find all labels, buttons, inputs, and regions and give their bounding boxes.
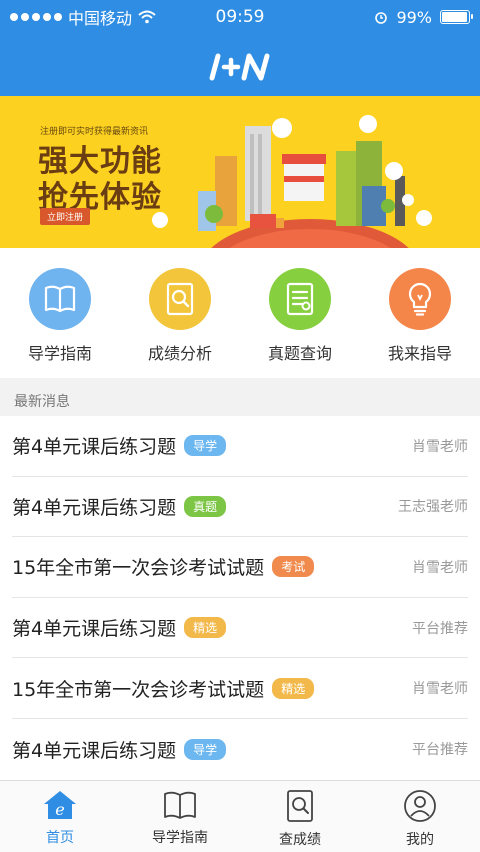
document-list-icon <box>269 268 331 330</box>
news-left: 第4单元课后练习题 真题 <box>12 493 227 520</box>
quick-nav-mentor[interactable]: 我来指导 <box>360 248 480 378</box>
svg-text:e: e <box>55 800 64 819</box>
news-source: 平台推荐 <box>412 742 468 759</box>
news-tag: 导学 <box>184 738 227 760</box>
news-title: 第4单元课后练习题 <box>12 618 177 641</box>
quick-nav: 导学指南 成绩分析 真题查询 我来指导 <box>0 248 480 378</box>
news-tag: 考试 <box>272 556 315 578</box>
app-logo <box>0 52 480 86</box>
status-left: 中国移动 <box>10 5 156 29</box>
book-icon <box>29 268 91 330</box>
quick-nav-label: 真题查询 <box>267 344 332 363</box>
news-source: 肖雪老师 <box>412 559 468 576</box>
status-bar: 中国移动 09:59 99% <box>0 0 480 34</box>
city-illustration <box>152 115 432 248</box>
status-right: 99% <box>374 7 473 27</box>
home-icon: e <box>44 791 76 819</box>
news-left: 15年全市第一次会诊考试试题 考试 <box>12 553 315 580</box>
news-item[interactable]: 15年全市第一次会诊考试试题 精选 肖雪老师 <box>12 658 468 719</box>
battery-icon <box>440 10 473 24</box>
wifi-icon <box>138 10 156 24</box>
quick-nav-label: 我来指导 <box>387 344 452 363</box>
news-item[interactable]: 第4单元课后练习题 导学 肖雪老师 <box>12 416 468 477</box>
search-doc-icon <box>287 790 313 822</box>
tab-profile[interactable]: 我的 <box>360 781 480 852</box>
news-list: 第4单元课后练习题 导学 肖雪老师 第4单元课后练习题 真题 王志强老师 15年… <box>0 416 480 780</box>
bottom-tab-bar: e 首页 导学指南 查成绩 我的 <box>0 780 480 852</box>
news-tag: 导学 <box>184 435 227 457</box>
news-source: 平台推荐 <box>412 620 468 637</box>
news-source: 肖雪老师 <box>412 681 468 698</box>
quick-nav-exams[interactable]: 真题查询 <box>240 248 360 378</box>
carrier-label: 中国移动 <box>68 9 133 28</box>
news-left: 第4单元课后练习题 导学 <box>12 736 227 763</box>
signal-icon <box>10 13 62 21</box>
quick-nav-label: 成绩分析 <box>147 344 212 363</box>
quick-nav-label: 导学指南 <box>27 344 92 363</box>
battery-percent: 99% <box>396 7 432 27</box>
tab-guide[interactable]: 导学指南 <box>120 781 240 852</box>
news-item[interactable]: 第4单元课后练习题 精选 平台推荐 <box>12 598 468 659</box>
news-section-title: 最新消息 <box>14 394 70 410</box>
magnifier-doc-icon <box>149 268 211 330</box>
user-icon <box>404 790 436 822</box>
app-header: 中国移动 09:59 99% <box>0 0 480 96</box>
news-item[interactable]: 第4单元课后练习题 导学 平台推荐 <box>12 719 468 780</box>
news-title: 第4单元课后练习题 <box>12 496 177 519</box>
tab-label: 查成绩 <box>279 832 321 848</box>
news-title: 第4单元课后练习题 <box>12 436 177 459</box>
tab-label: 导学指南 <box>152 830 208 846</box>
news-title: 15年全市第一次会诊考试试题 <box>12 678 265 701</box>
news-item[interactable]: 第4单元课后练习题 真题 王志强老师 <box>12 477 468 538</box>
tab-label: 我的 <box>406 832 434 848</box>
tab-home[interactable]: e 首页 <box>0 781 120 852</box>
news-title: 第4单元课后练习题 <box>12 739 177 762</box>
news-title: 15年全市第一次会诊考试试题 <box>12 557 265 580</box>
book-icon <box>164 791 196 819</box>
tab-scores[interactable]: 查成绩 <box>240 781 360 852</box>
news-left: 第4单元课后练习题 导学 <box>12 432 227 459</box>
news-left: 15年全市第一次会诊考试试题 精选 <box>12 675 315 702</box>
news-tag: 精选 <box>272 677 315 699</box>
news-source: 王志强老师 <box>398 499 468 516</box>
lightbulb-icon <box>389 268 451 330</box>
tab-label: 首页 <box>46 830 74 846</box>
news-item[interactable]: 15年全市第一次会诊考试试题 考试 肖雪老师 <box>12 537 468 598</box>
promo-banner[interactable]: 注册即可实时获得最新资讯 强大功能 抢先体验 立即注册 <box>0 96 480 248</box>
news-tag: 真题 <box>184 495 227 517</box>
news-tag: 精选 <box>184 617 227 639</box>
news-source: 肖雪老师 <box>412 438 468 455</box>
quick-nav-guide[interactable]: 导学指南 <box>0 248 120 378</box>
news-left: 第4单元课后练习题 精选 <box>12 614 227 641</box>
alarm-icon <box>375 12 388 24</box>
quick-nav-scores[interactable]: 成绩分析 <box>120 248 240 378</box>
